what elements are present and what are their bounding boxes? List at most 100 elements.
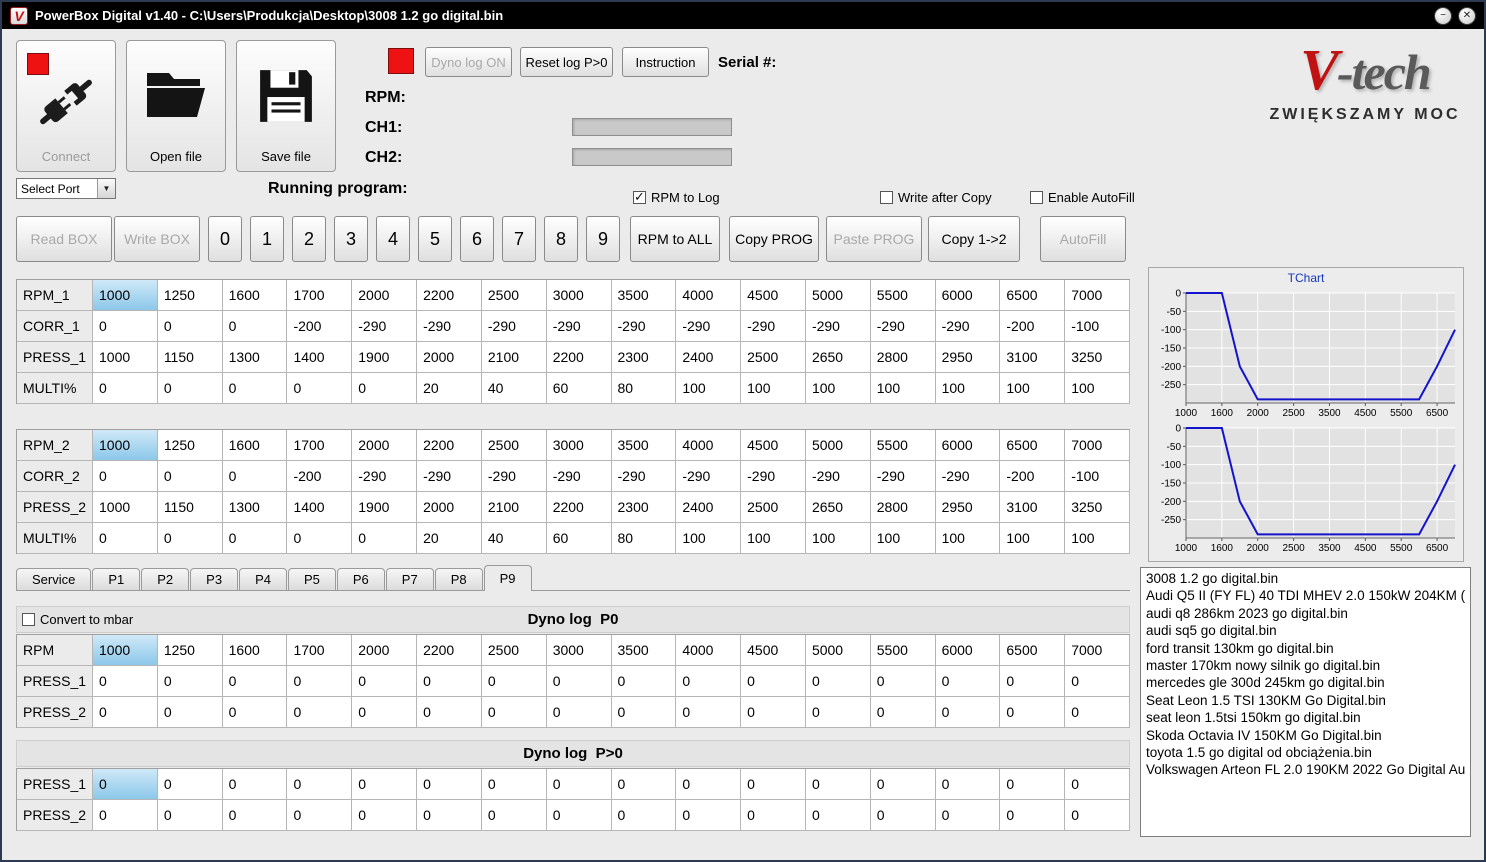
file-item[interactable]: 3008 1.2 go digital.bin xyxy=(1141,570,1470,587)
cell-PRESS_2-3[interactable]: 1400 xyxy=(287,492,353,523)
cell-MULTI%-8[interactable]: 80 xyxy=(611,373,677,404)
cell-PRESS_1-4[interactable]: 0 xyxy=(352,666,418,697)
cell-RPM_2-5[interactable]: 2200 xyxy=(417,430,482,461)
cell-PRESS_2-7[interactable]: 0 xyxy=(546,800,612,831)
cell-RPM_1-0[interactable]: 1000 xyxy=(93,280,158,311)
reset-log-button[interactable]: Reset log P>0 xyxy=(520,47,613,77)
cell-RPM_2-6[interactable]: 2500 xyxy=(481,430,547,461)
cell-CORR_1-0[interactable]: 0 xyxy=(93,311,158,342)
cell-PRESS_1-10[interactable]: 0 xyxy=(741,769,806,800)
cell-PRESS_2-11[interactable]: 0 xyxy=(805,800,871,831)
cell-MULTI%-3[interactable]: 0 xyxy=(287,523,353,554)
cell-PRESS_1-7[interactable]: 2200 xyxy=(546,342,612,373)
cell-RPM-9[interactable]: 4000 xyxy=(676,635,742,666)
cell-PRESS_1-12[interactable]: 0 xyxy=(870,769,936,800)
digit-button-4[interactable]: 4 xyxy=(376,216,410,262)
cell-MULTI%-11[interactable]: 100 xyxy=(805,523,871,554)
cell-PRESS_1-2[interactable]: 0 xyxy=(222,769,288,800)
file-list[interactable]: 3008 1.2 go digital.bin Audi Q5 II (FY FL… xyxy=(1140,567,1471,837)
cell-CORR_2-15[interactable]: -100 xyxy=(1065,461,1130,492)
open-file-button[interactable]: Open file xyxy=(126,40,226,172)
cell-PRESS_1-14[interactable]: 3100 xyxy=(1000,342,1066,373)
cell-CORR_2-0[interactable]: 0 xyxy=(93,461,158,492)
instruction-button[interactable]: Instruction xyxy=(622,47,709,77)
file-item[interactable]: master 170km nowy silnik go digital.bin xyxy=(1141,657,1470,674)
cell-RPM_2-0[interactable]: 1000 xyxy=(93,430,158,461)
tab-p9[interactable]: P9 xyxy=(483,565,532,591)
cell-MULTI%-12[interactable]: 100 xyxy=(870,373,936,404)
cell-PRESS_1-2[interactable]: 0 xyxy=(222,666,288,697)
cell-RPM-6[interactable]: 2500 xyxy=(481,635,547,666)
cell-RPM_1-1[interactable]: 1250 xyxy=(157,280,223,311)
convert-to-mbar-checkbox[interactable]: Convert to mbar xyxy=(22,612,133,627)
cell-PRESS_2-6[interactable]: 2100 xyxy=(481,492,547,523)
file-item[interactable]: audi sq5 go digital.bin xyxy=(1141,622,1470,639)
cell-MULTI%-9[interactable]: 100 xyxy=(676,523,742,554)
cell-RPM_2-12[interactable]: 5500 xyxy=(870,430,936,461)
cell-MULTI%-10[interactable]: 100 xyxy=(741,373,806,404)
cell-RPM-5[interactable]: 2200 xyxy=(417,635,482,666)
cell-CORR_2-3[interactable]: -200 xyxy=(287,461,353,492)
cell-PRESS_2-7[interactable]: 2200 xyxy=(546,492,612,523)
cell-PRESS_1-9[interactable]: 2400 xyxy=(676,342,742,373)
cell-PRESS_2-1[interactable]: 0 xyxy=(157,800,223,831)
cell-RPM_2-1[interactable]: 1250 xyxy=(157,430,223,461)
cell-RPM_1-6[interactable]: 2500 xyxy=(481,280,547,311)
cell-PRESS_2-5[interactable]: 0 xyxy=(417,697,482,728)
cell-PRESS_2-4[interactable]: 0 xyxy=(352,697,418,728)
cell-CORR_2-10[interactable]: -290 xyxy=(741,461,806,492)
digit-button-7[interactable]: 7 xyxy=(502,216,536,262)
cell-PRESS_2-4[interactable]: 0 xyxy=(352,800,418,831)
cell-MULTI%-0[interactable]: 0 xyxy=(93,373,158,404)
cell-PRESS_1-3[interactable]: 1400 xyxy=(287,342,353,373)
cell-RPM-0[interactable]: 1000 xyxy=(93,635,158,666)
tab-p7[interactable]: P7 xyxy=(385,568,434,590)
digit-button-2[interactable]: 2 xyxy=(292,216,326,262)
file-item[interactable]: ford transit 130km go digital.bin xyxy=(1141,640,1470,657)
cell-CORR_2-13[interactable]: -290 xyxy=(935,461,1001,492)
cell-PRESS_2-6[interactable]: 0 xyxy=(481,697,547,728)
cell-MULTI%-15[interactable]: 100 xyxy=(1065,523,1130,554)
cell-RPM-8[interactable]: 3500 xyxy=(611,635,677,666)
cell-PRESS_1-15[interactable]: 0 xyxy=(1065,769,1130,800)
cell-PRESS_2-13[interactable]: 2950 xyxy=(935,492,1001,523)
cell-RPM-11[interactable]: 5000 xyxy=(805,635,871,666)
cell-CORR_1-15[interactable]: -100 xyxy=(1065,311,1130,342)
rpm-to-log-checkbox[interactable]: RPM to Log xyxy=(633,189,720,205)
cell-PRESS_2-15[interactable]: 0 xyxy=(1065,697,1130,728)
cell-PRESS_2-8[interactable]: 0 xyxy=(611,697,677,728)
cell-RPM_1-7[interactable]: 3000 xyxy=(546,280,612,311)
cell-RPM-13[interactable]: 6000 xyxy=(935,635,1001,666)
cell-PRESS_1-11[interactable]: 2650 xyxy=(805,342,871,373)
cell-CORR_2-11[interactable]: -290 xyxy=(805,461,871,492)
cell-PRESS_2-12[interactable]: 0 xyxy=(870,800,936,831)
cell-RPM-12[interactable]: 5500 xyxy=(870,635,936,666)
cell-MULTI%-1[interactable]: 0 xyxy=(157,523,223,554)
cell-PRESS_1-10[interactable]: 0 xyxy=(741,666,806,697)
cell-PRESS_1-11[interactable]: 0 xyxy=(805,666,871,697)
file-item[interactable]: audi q8 286km 2023 go digital.bin xyxy=(1141,605,1470,622)
cell-PRESS_1-1[interactable]: 1150 xyxy=(157,342,223,373)
cell-PRESS_2-14[interactable]: 3100 xyxy=(1000,492,1066,523)
cell-PRESS_2-11[interactable]: 0 xyxy=(805,697,871,728)
cell-MULTI%-14[interactable]: 100 xyxy=(1000,523,1066,554)
file-item[interactable]: mercedes gle 300d 245km go digital.bin xyxy=(1141,674,1470,691)
cell-PRESS_1-13[interactable]: 2950 xyxy=(935,342,1001,373)
cell-PRESS_1-0[interactable]: 0 xyxy=(93,666,158,697)
cell-CORR_2-4[interactable]: -290 xyxy=(352,461,418,492)
cell-MULTI%-5[interactable]: 20 xyxy=(417,373,482,404)
cell-PRESS_2-13[interactable]: 0 xyxy=(935,697,1001,728)
cell-RPM-2[interactable]: 1600 xyxy=(222,635,288,666)
cell-RPM_2-15[interactable]: 7000 xyxy=(1065,430,1130,461)
copy-1-to-2-button[interactable]: Copy 1->2 xyxy=(928,216,1020,262)
rpm-to-all-button[interactable]: RPM to ALL xyxy=(630,216,720,262)
cell-CORR_1-11[interactable]: -290 xyxy=(805,311,871,342)
cell-RPM_2-4[interactable]: 2000 xyxy=(352,430,418,461)
cell-MULTI%-13[interactable]: 100 xyxy=(935,373,1001,404)
cell-CORR_1-12[interactable]: -290 xyxy=(870,311,936,342)
cell-CORR_1-14[interactable]: -200 xyxy=(1000,311,1066,342)
cell-PRESS_1-7[interactable]: 0 xyxy=(546,666,612,697)
digit-button-6[interactable]: 6 xyxy=(460,216,494,262)
cell-PRESS_2-12[interactable]: 0 xyxy=(870,697,936,728)
cell-RPM_1-4[interactable]: 2000 xyxy=(352,280,418,311)
